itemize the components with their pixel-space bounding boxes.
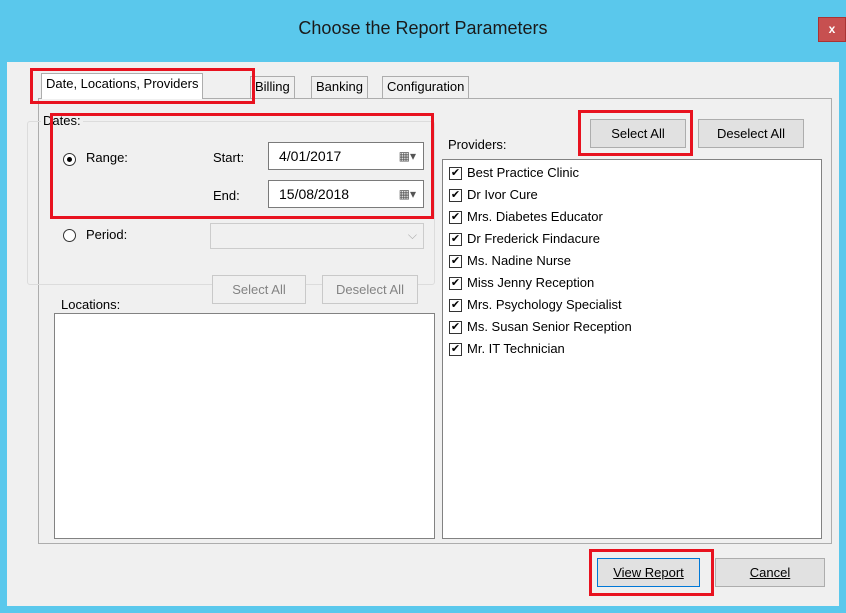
- view-report-button[interactable]: View Report: [597, 558, 700, 587]
- tab-banking[interactable]: Banking: [311, 76, 368, 98]
- locations-label: Locations:: [61, 297, 121, 312]
- dialog-body: Date, Locations, Providers Billing Banki…: [7, 62, 839, 606]
- tab-configuration[interactable]: Configuration: [382, 76, 470, 98]
- checkbox-checked[interactable]: ✔: [449, 233, 462, 246]
- period-select[interactable]: ⌵: [210, 223, 424, 249]
- dates-group-label: Dates:: [41, 113, 83, 128]
- providers-deselect-all-button[interactable]: Deselect All: [698, 119, 804, 148]
- window-title: Choose the Report Parameters: [298, 18, 548, 38]
- checkbox-checked[interactable]: ✔: [449, 321, 462, 334]
- view-report-label: View Report: [613, 565, 684, 580]
- start-label: Start:: [213, 150, 245, 165]
- period-label: Period:: [86, 227, 128, 242]
- calendar-dropdown-icon[interactable]: ▦▾: [399, 187, 416, 201]
- period-radio[interactable]: [63, 229, 76, 242]
- chevron-down-icon: ⌵: [407, 228, 417, 242]
- locations-list[interactable]: [54, 313, 435, 539]
- checkbox-checked[interactable]: ✔: [449, 189, 462, 202]
- start-date-picker[interactable]: 4/01/2017 ▦▾: [268, 142, 424, 170]
- checkbox-checked[interactable]: ✔: [449, 343, 462, 356]
- tab-panel: Dates: Range: Start: 4/01/2017 ▦▾ End: 1…: [27, 98, 832, 544]
- end-label: End:: [213, 188, 240, 203]
- tab-date-locations-providers[interactable]: Date, Locations, Providers: [41, 73, 204, 99]
- providers-list[interactable]: ✔ Best Practice Clinic ✔ Dr Ivor Cure ✔ Mrs…: [442, 159, 822, 539]
- checkbox-checked[interactable]: ✔: [449, 211, 462, 224]
- title-bar[interactable]: Choose the Report Parameters x: [0, 0, 846, 62]
- checkbox-checked[interactable]: ✔: [449, 255, 462, 268]
- checkbox-checked[interactable]: ✔: [449, 167, 462, 180]
- providers-label: Providers:: [448, 137, 507, 152]
- checkbox-checked[interactable]: ✔: [449, 277, 462, 290]
- cancel-button[interactable]: Cancel: [715, 558, 825, 587]
- cancel-label: Cancel: [749, 565, 791, 580]
- end-date-value: 15/08/2018: [279, 186, 350, 202]
- range-label: Range:: [86, 150, 128, 165]
- report-parameters-dialog: Choose the Report Parameters x Date, Loc…: [0, 0, 846, 613]
- calendar-dropdown-icon[interactable]: ▦▾: [399, 149, 416, 163]
- range-radio[interactable]: [63, 153, 76, 166]
- locations-deselect-all-button[interactable]: Deselect All: [322, 275, 418, 304]
- locations-select-all-button[interactable]: Select All: [212, 275, 306, 304]
- end-date-picker[interactable]: 15/08/2018 ▦▾: [268, 180, 424, 208]
- tab-billing[interactable]: Billing: [250, 76, 295, 98]
- close-button[interactable]: x: [818, 17, 846, 42]
- providers-select-all-button[interactable]: Select All: [590, 119, 686, 148]
- start-date-value: 4/01/2017: [279, 148, 342, 164]
- checkbox-checked[interactable]: ✔: [449, 299, 462, 312]
